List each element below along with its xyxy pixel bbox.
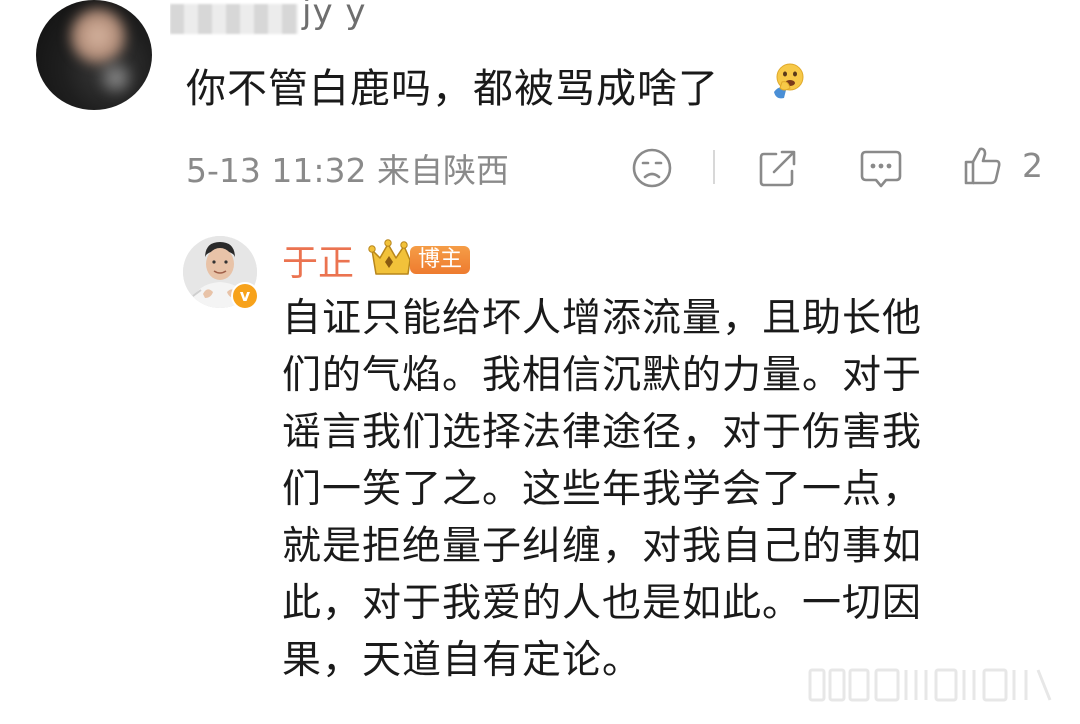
reply-line: 自证只能给坏人增添流量，且助长他 (282, 296, 923, 341)
commenter-avatar[interactable] (36, 0, 152, 110)
author-avatar[interactable]: v (183, 236, 259, 310)
reply-line: 此，对于我爱的人也是如此。一切因 (282, 581, 923, 626)
comment-text: 你不管白鹿吗，都被骂成啥了 (186, 66, 719, 112)
username-mosaic (170, 4, 298, 34)
reply-line: 谣言我们选择法律途径，对于伤害我 (282, 410, 923, 455)
blogger-badge: 博主 (368, 238, 471, 278)
reply-line: 就是拒绝量子纠缠，对我自己的事如 (282, 524, 923, 569)
action-divider (713, 150, 715, 184)
watermark-logo (808, 668, 1052, 702)
comment-meta: 5-13 11:32 来自陕西 (186, 151, 509, 190)
reply-line: 们一笑了之。这些年我学会了一点， (282, 467, 923, 512)
blogger-badge-label: 博主 (410, 246, 471, 274)
like-count: 2 (1022, 146, 1043, 185)
comment-bubble-icon[interactable] (858, 146, 904, 190)
reply-text: 自证只能给坏人增添流量，且助长他 们的气焰。我相信沉默的力量。对于 谣言我们选择… (282, 290, 1012, 689)
commenter-username[interactable]: jy y (170, 0, 390, 42)
username-visible-part: jy y (302, 0, 367, 32)
thumbs-up-icon[interactable] (962, 144, 1004, 188)
verified-badge-icon: v (231, 282, 259, 310)
facepalm-face-emoji (774, 63, 804, 99)
watermark (806, 664, 1060, 706)
sad-face-icon[interactable] (630, 146, 674, 190)
reply-line: 们的气焰。我相信沉默的力量。对于 (282, 353, 923, 398)
share-icon[interactable] (756, 146, 800, 190)
author-name[interactable]: 于正 (282, 234, 354, 286)
